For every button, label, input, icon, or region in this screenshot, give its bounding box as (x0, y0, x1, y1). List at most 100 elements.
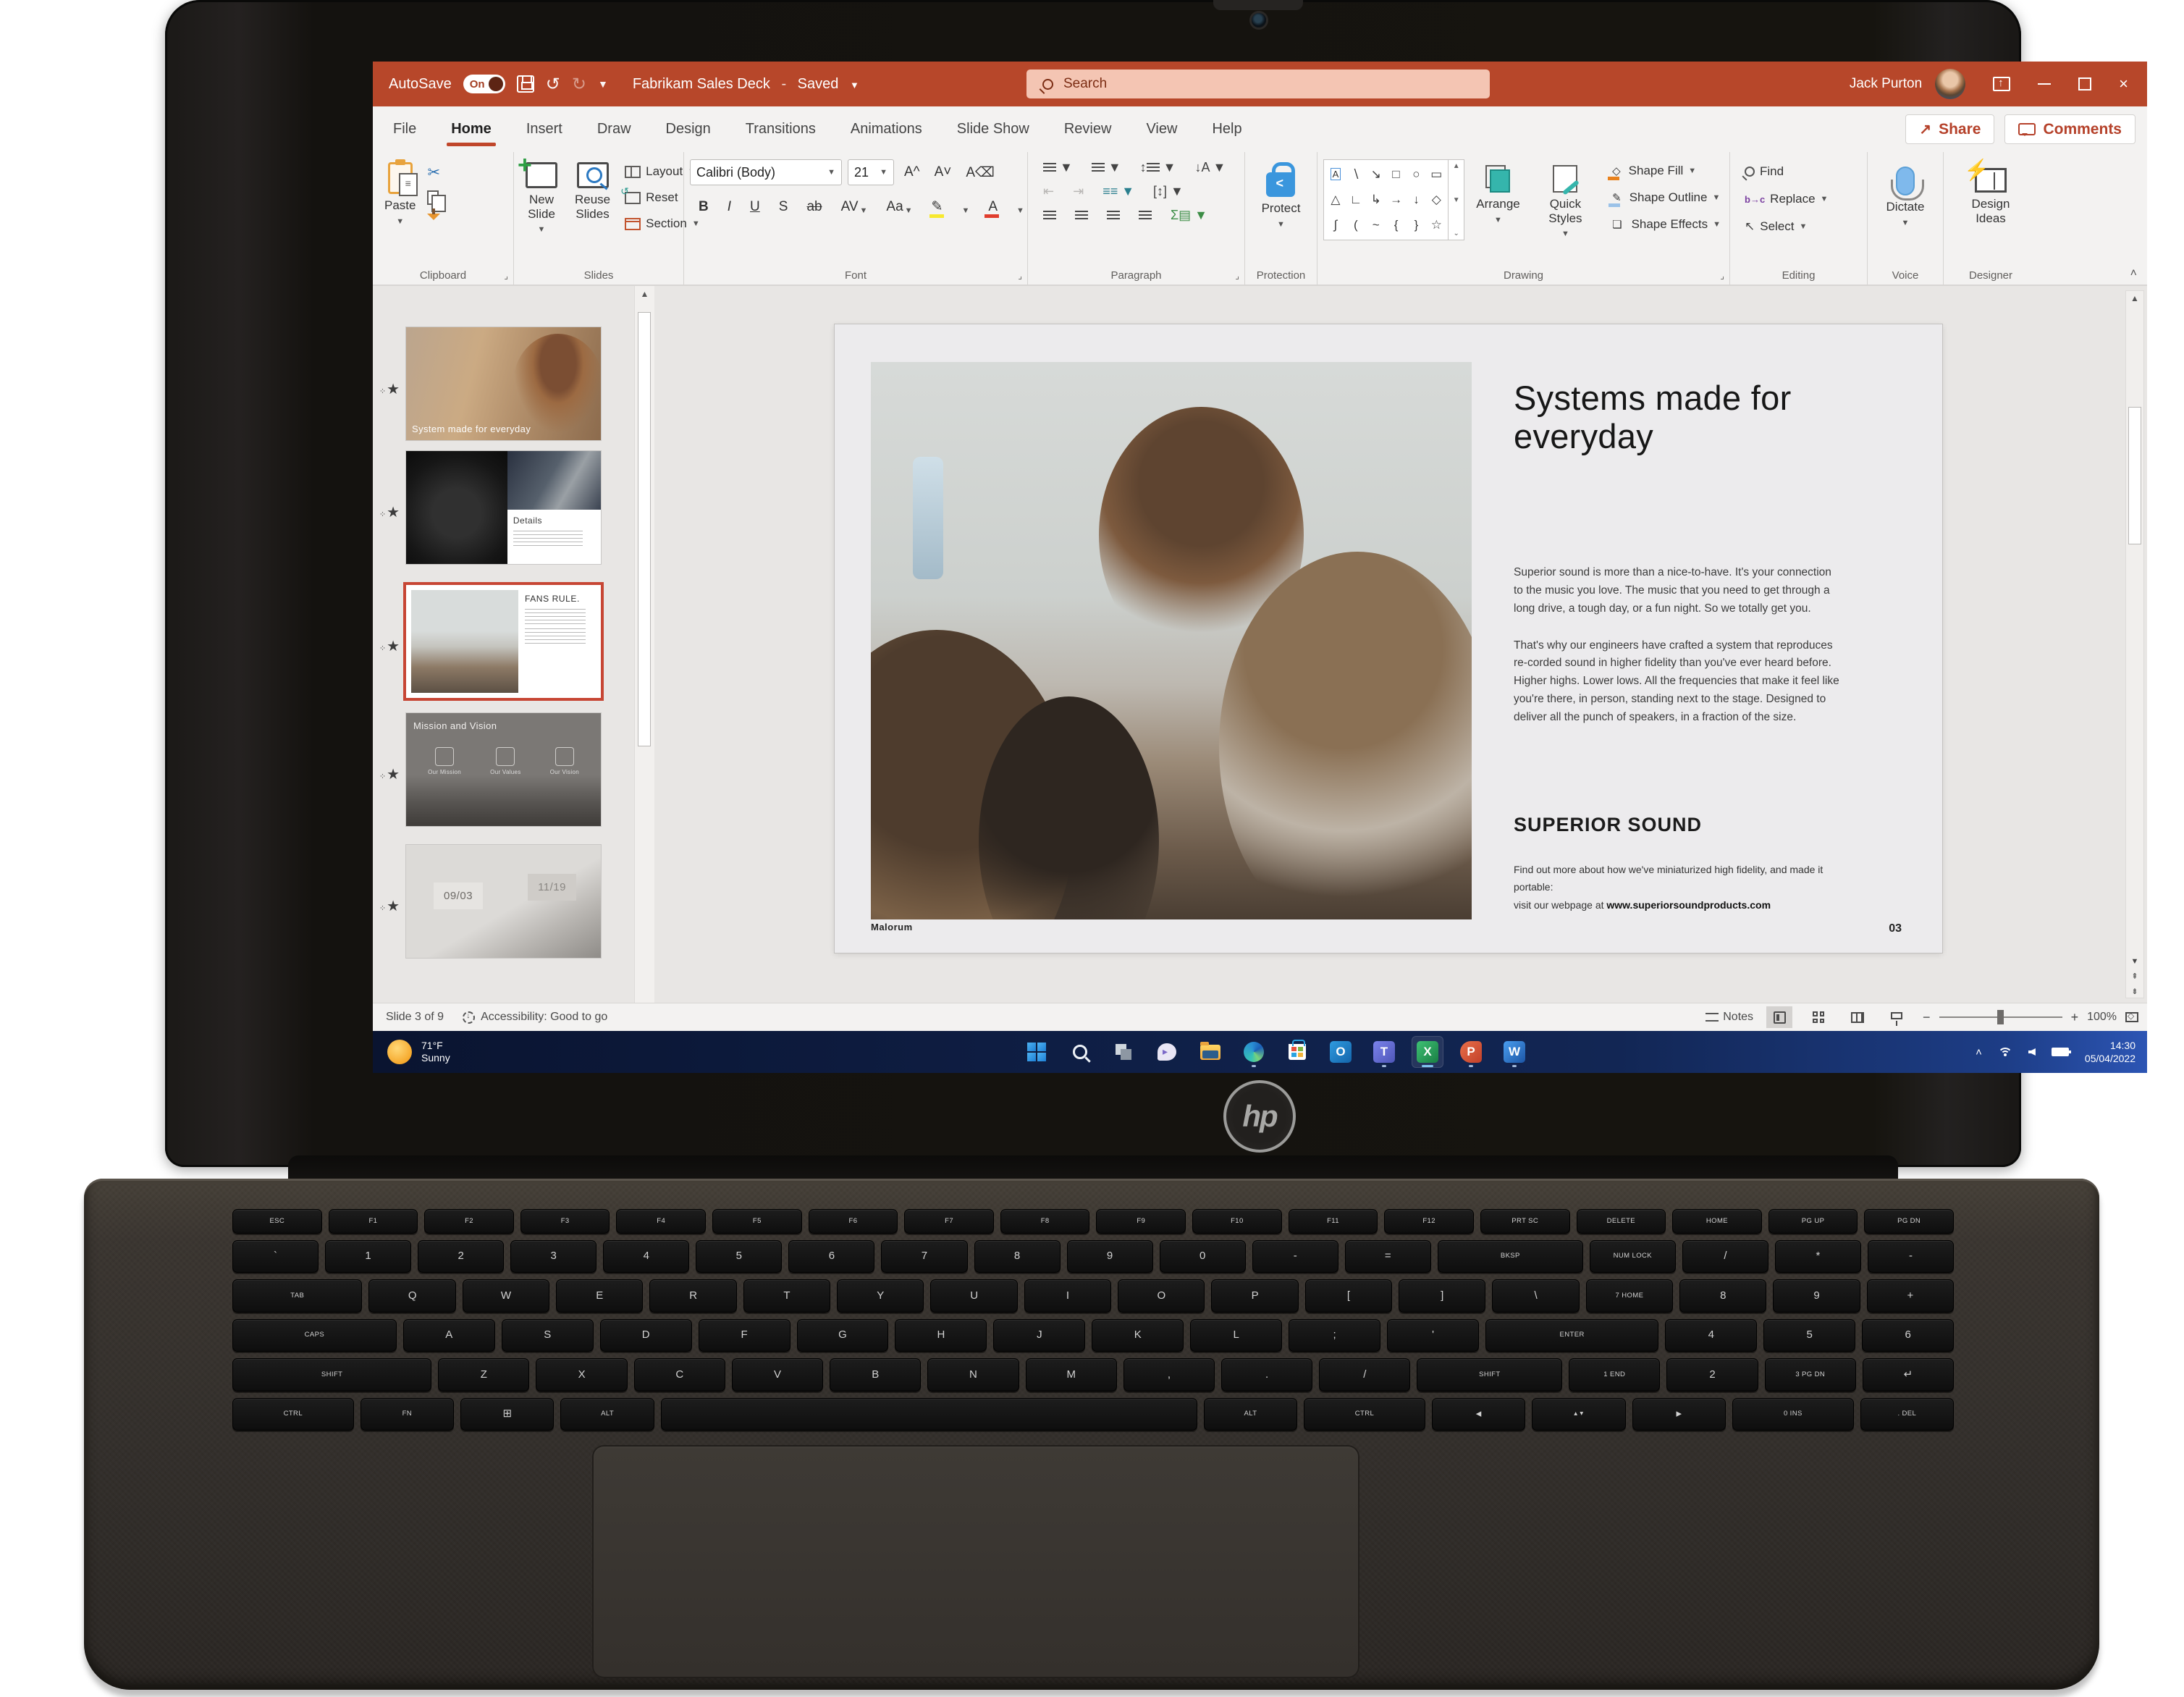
keyboard-key[interactable]: 2 (418, 1240, 505, 1273)
paste-button[interactable]: Paste ▼ (379, 159, 421, 229)
save-icon[interactable] (516, 75, 534, 93)
keyboard-key[interactable]: F9 (1096, 1209, 1186, 1234)
fit-slide-to-window-icon[interactable] (2125, 1011, 2138, 1022)
keyboard-key[interactable]: F6 (808, 1209, 898, 1234)
select-button[interactable]: ↖ Select ▼ (1742, 217, 1861, 236)
keyboard-key[interactable]: F12 (1384, 1209, 1474, 1234)
ribbon-display-options-icon[interactable] (1993, 77, 2011, 91)
ribbon-tab[interactable]: Slide Show (956, 117, 1031, 142)
keyboard-key[interactable]: 7 (881, 1240, 968, 1273)
change-case-button[interactable]: Aa ▼ (882, 198, 916, 216)
slideshow-button[interactable] (1884, 1006, 1910, 1028)
ribbon-tab[interactable]: View (1144, 117, 1179, 142)
user-name[interactable]: Jack Purton (1850, 76, 1922, 92)
keyboard-key[interactable]: Q (368, 1279, 456, 1313)
keyboard-key[interactable]: 6 (788, 1240, 875, 1273)
slide-thumbnail-4[interactable]: Mission and Vision Our Mission Our Values… (406, 713, 601, 826)
columns-icon[interactable]: ≡≡ ▼ (1099, 183, 1138, 200)
slide-thumbnail-2[interactable]: Details (406, 451, 601, 564)
shape-gallery-item[interactable]: ↓ (1413, 193, 1420, 207)
keyboard-key[interactable]: W (462, 1279, 550, 1313)
numbering-icon[interactable]: ▼ (1088, 159, 1125, 176)
slide-sorter-view-button[interactable] (1805, 1006, 1831, 1028)
speaker-icon[interactable] (2028, 1048, 2036, 1056)
slide-paragraph[interactable]: Superior sound is more than a nice-to-ha… (1514, 564, 1839, 618)
keyboard-key[interactable]: Z (438, 1358, 530, 1391)
search-input[interactable]: Search (1026, 70, 1490, 98)
underline-button[interactable]: U (746, 198, 764, 216)
scrollbar-thumb[interactable] (2128, 407, 2141, 544)
dialog-launcher-icon[interactable]: ⌟ (1235, 271, 1239, 281)
keyboard-key[interactable]: 5 (1763, 1318, 1856, 1352)
justify-icon[interactable] (1135, 207, 1155, 224)
slide-title[interactable]: Systems made for everyday (1514, 379, 1839, 455)
keyboard-key[interactable]: G (796, 1318, 889, 1352)
protect-button[interactable]: Protect ▼ (1256, 159, 1307, 232)
keyboard-key[interactable]: 2 (1666, 1358, 1758, 1391)
keyboard-key[interactable]: 1 END (1569, 1358, 1661, 1391)
keyboard-key[interactable]: ' (1387, 1318, 1479, 1352)
keyboard-key[interactable]: F5 (712, 1209, 802, 1234)
shape-gallery-item[interactable]: ∟ (1349, 193, 1362, 207)
keyboard-key[interactable]: J (993, 1318, 1086, 1352)
zoom-level[interactable]: 100% (2087, 1011, 2117, 1024)
keyboard-key[interactable]: ENTER (1485, 1318, 1659, 1352)
zoom-in-button[interactable]: + (2071, 1010, 2079, 1025)
keyboard-key[interactable]: CTRL (1304, 1397, 1425, 1431)
shape-gallery-scrollbar[interactable]: ▲ ▼ ⌄ (1448, 160, 1464, 240)
collapse-ribbon-icon[interactable]: ˄ (2130, 267, 2137, 280)
align-center-icon[interactable] (1071, 207, 1092, 224)
reading-view-button[interactable] (1844, 1006, 1871, 1028)
shape-gallery-item[interactable]: ↳ (1371, 193, 1381, 207)
keyboard-key[interactable]: 5 (696, 1240, 783, 1273)
outlook-button[interactable]: O (1325, 1036, 1357, 1068)
ribbon-tab[interactable]: Insert (525, 117, 564, 142)
task-view-button[interactable] (1108, 1036, 1139, 1068)
shape-gallery-item[interactable]: { (1394, 218, 1399, 232)
align-left-icon[interactable] (1040, 207, 1060, 224)
keyboard-key[interactable]: 6 (1862, 1318, 1955, 1352)
keyboard-key[interactable]: F10 (1192, 1209, 1282, 1234)
slide-thumbnail-3-selected[interactable]: FANS RULE. (406, 585, 601, 698)
dialog-launcher-icon[interactable]: ⌟ (1720, 271, 1724, 281)
slide-paragraph[interactable]: That's why our engineers have crafted a … (1514, 637, 1839, 727)
ribbon-tab[interactable]: File (392, 117, 418, 142)
keyboard-key[interactable]: * (1774, 1240, 1861, 1273)
font-name-select[interactable]: Calibri (Body) ▼ (690, 159, 842, 185)
keyboard-key[interactable]: X (536, 1358, 628, 1391)
bullets-icon[interactable]: ▼ (1040, 159, 1076, 176)
shape-fill-button[interactable]: ◇ Shape Fill ▼ (1605, 161, 1724, 181)
microsoft-store-button[interactable] (1281, 1036, 1313, 1068)
file-explorer-button[interactable] (1194, 1036, 1226, 1068)
quick-access-customize-icon[interactable]: ▼ (598, 78, 608, 90)
zoom-out-button[interactable]: − (1923, 1010, 1931, 1025)
keyboard-key[interactable]: . (1221, 1358, 1313, 1391)
shape-effects-button[interactable]: ❏ Shape Effects ▼ (1605, 214, 1724, 235)
keyboard-key[interactable]: O (1118, 1279, 1205, 1313)
keyboard-key[interactable]: CTRL (232, 1397, 354, 1431)
keyboard-key[interactable]: A (402, 1318, 495, 1352)
italic-button[interactable]: I (723, 198, 735, 216)
comments-button[interactable]: Comments (2004, 114, 2135, 144)
keyboard-key[interactable]: 3 PG DN (1764, 1358, 1856, 1391)
keyboard-key[interactable]: Y (837, 1279, 924, 1313)
keyboard-key[interactable]: F3 (520, 1209, 610, 1234)
keyboard-key[interactable]: K (1092, 1318, 1184, 1352)
keyboard-key[interactable]: 4 (603, 1240, 690, 1273)
previous-slide-icon[interactable]: ⇞ (2131, 972, 2138, 981)
keyboard-key[interactable]: + (1866, 1279, 1955, 1313)
keyboard-key[interactable]: ▸ (1632, 1397, 1726, 1431)
keyboard-key[interactable]: DELETE (1576, 1209, 1666, 1234)
find-button[interactable]: Find (1742, 162, 1861, 181)
document-title[interactable]: Fabrikam Sales Deck - Saved ▼ (633, 76, 859, 93)
shape-gallery-item[interactable]: ∫ (1334, 218, 1338, 232)
slide-thumbnail-1[interactable]: System made for everyday (406, 327, 601, 440)
ribbon-tab[interactable]: Review (1063, 117, 1113, 142)
shape-gallery-item[interactable]: ↘ (1371, 167, 1381, 182)
character-spacing-button[interactable]: AV ▼ (837, 198, 872, 216)
keyboard-key[interactable]: BKSP (1437, 1240, 1583, 1273)
shape-gallery-item[interactable]: □ (1392, 167, 1399, 182)
scroll-up-icon[interactable]: ▲ (2126, 291, 2143, 306)
keyboard-key[interactable]: / (1682, 1240, 1768, 1273)
normal-view-button[interactable] (1766, 1006, 1793, 1028)
